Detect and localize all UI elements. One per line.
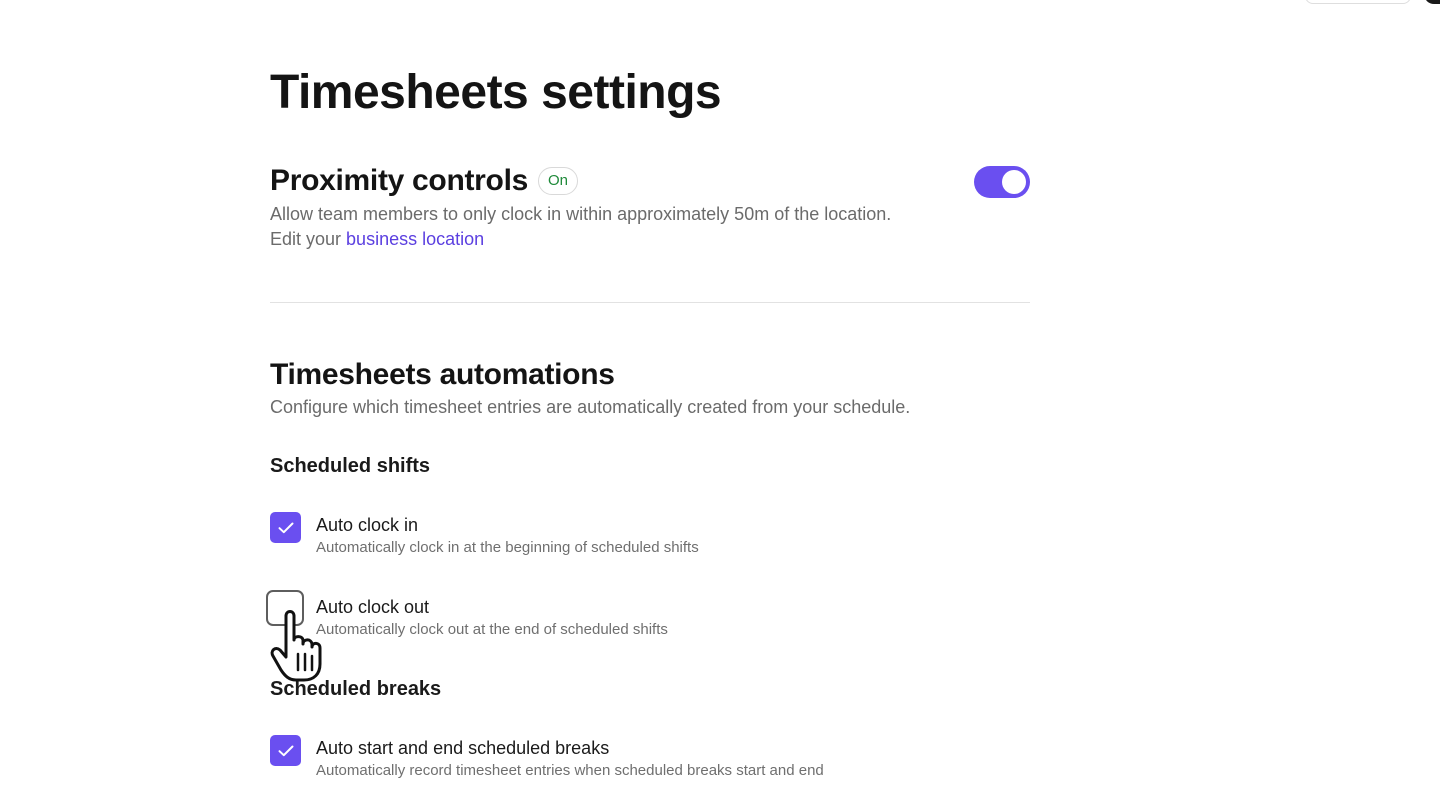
automations-title: Timesheets automations	[270, 358, 615, 391]
status-badge: On	[538, 167, 579, 195]
proximity-title: Proximity controls	[270, 164, 528, 197]
auto-clock-in-option[interactable]: Auto clock in Automatically clock in at …	[270, 512, 699, 559]
page-title: Timesheets settings	[270, 66, 722, 119]
check-icon	[278, 522, 293, 533]
edit-location-line: Edit your business location	[270, 227, 891, 252]
auto-breaks-option[interactable]: Auto start and end scheduled breaks Auto…	[270, 735, 824, 782]
auto-clock-out-description: Automatically clock out at the end of sc…	[316, 621, 668, 638]
proximity-header: Proximity controls On	[270, 162, 579, 200]
check-icon	[278, 745, 293, 756]
auto-breaks-label: Auto start and end scheduled breaks	[316, 738, 610, 758]
auto-clock-in-checkbox[interactable]	[270, 512, 301, 543]
auto-clock-out-label: Auto clock out	[316, 597, 430, 617]
header-button[interactable]	[1305, 0, 1411, 4]
auto-clock-out-checkbox[interactable]	[266, 590, 304, 626]
auto-clock-in-description: Automatically clock in at the beginning …	[316, 539, 699, 556]
section-divider	[270, 302, 1030, 303]
auto-breaks-description: Automatically record timesheet entries w…	[316, 762, 824, 779]
scheduled-shifts-heading: Scheduled shifts	[270, 455, 431, 477]
toggle-knob	[1002, 170, 1026, 194]
auto-breaks-checkbox[interactable]	[270, 735, 301, 766]
proximity-toggle[interactable]	[974, 166, 1030, 198]
edit-prefix: Edit your	[270, 229, 347, 249]
business-location-link[interactable]: business location	[346, 229, 484, 249]
header-avatar[interactable]	[1424, 0, 1440, 4]
proximity-description-block: Allow team members to only clock in with…	[270, 202, 891, 252]
auto-clock-in-label: Auto clock in	[316, 515, 419, 535]
scheduled-breaks-heading: Scheduled breaks	[270, 678, 442, 700]
auto-clock-out-option[interactable]: Auto clock out Automatically clock out a…	[266, 590, 668, 641]
automations-description: Configure which timesheet entries are au…	[270, 397, 911, 417]
proximity-description: Allow team members to only clock in with…	[270, 204, 892, 224]
